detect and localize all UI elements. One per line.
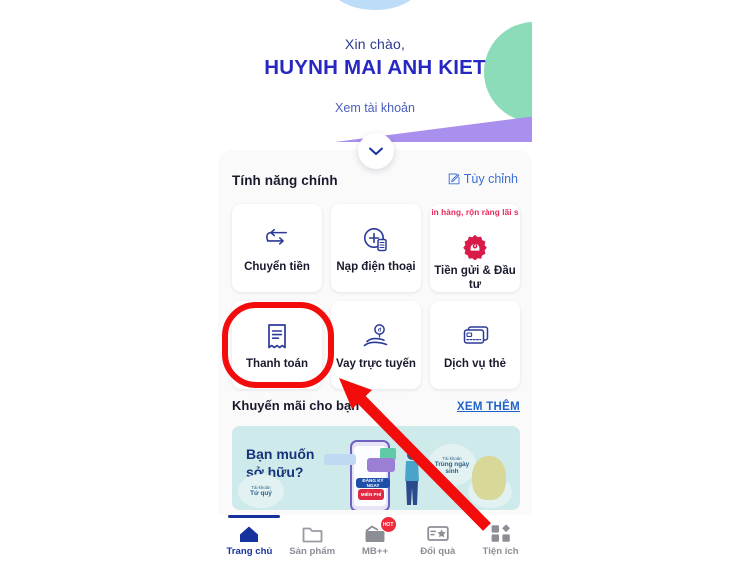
nav-item-label: MB++ (361, 546, 389, 557)
main-features-header: Tính năng chính Tùy chỉnh (232, 172, 518, 188)
nav-item-trang-chu[interactable]: Trang chủ (218, 515, 281, 563)
banner-chip-2 (367, 458, 395, 472)
content-sheet: Tính năng chính Tùy chỉnh Chuyển tiền Nạ… (218, 150, 532, 515)
user-name: HUYNH MAI ANH KIET (264, 56, 486, 79)
gift-card-star-icon (427, 524, 449, 543)
home-icon (239, 524, 259, 543)
feature-tile-chuyen-tien[interactable]: Chuyển tiền (232, 204, 322, 292)
banner-person-illustration (405, 450, 419, 505)
customize-button[interactable]: Tùy chỉnh (448, 172, 518, 186)
banner-bubble-left-main: Tứ quý (250, 490, 272, 497)
greeting-text: Xin chào, (344, 36, 406, 52)
feature-tile-label: Tiền gửi & Đầu tư (434, 265, 516, 292)
nav-active-indicator (228, 515, 280, 518)
nav-item-mb-plus-plus[interactable]: HOT MB++ (344, 515, 407, 563)
savings-badge-icon: đ (462, 234, 488, 260)
banner-mascot (472, 456, 506, 500)
expand-accounts-button[interactable] (358, 133, 394, 169)
nav-item-label: Sản phẩm (289, 546, 336, 557)
feature-tile-label: Nạp điện thoại (336, 261, 416, 273)
feature-tile-vay-truc-tuyen[interactable]: đ Vay trực tuyến (331, 301, 421, 389)
banner-chip-free: MIỄN PHÍ (358, 489, 384, 500)
loan-hand-coin-icon: đ (360, 321, 392, 353)
nav-item-label: Đổi quà (420, 546, 456, 557)
feature-tile-dich-vu-the[interactable]: Dịch vụ thẻ (430, 301, 520, 389)
cards-icon (460, 321, 490, 353)
view-account-link[interactable]: Xem tài khoản (218, 101, 532, 115)
bottom-navigation: Trang chủ Sản phẩm HOT MB++ Đổi quà Tiện… (218, 515, 532, 563)
main-features-grid: Chuyển tiền Nạp điện thoại in hàng, rộn … (232, 204, 520, 389)
feature-tile-label: Vay trực tuyến (336, 358, 416, 370)
feature-tile-label: Thanh toán (246, 358, 308, 370)
phone-screen: Xin chào, HUYNH MAI ANH KIET Xem tài kho… (218, 0, 532, 563)
nav-item-tien-ich[interactable]: Tiện ích (469, 515, 532, 563)
feature-tile-nap-dien-thoai[interactable]: Nạp điện thoại (331, 204, 421, 292)
section-title-main-features: Tính năng chính (232, 173, 338, 188)
section-title-promotions: Khuyến mãi cho bạn (232, 398, 360, 413)
screenshot-root: Xin chào, HUYNH MAI ANH KIET Xem tài kho… (0, 0, 750, 563)
feature-tile-thanh-toan[interactable]: Thanh toán (232, 301, 322, 389)
tile-promo-marquee: in hàng, rộn ràng lãi s (431, 208, 519, 217)
chevron-down-icon (369, 147, 383, 156)
decor-blue-blob (330, 0, 420, 10)
folder-icon (302, 524, 323, 543)
customize-label: Tùy chỉnh (463, 172, 518, 186)
grid-apps-icon (491, 524, 511, 543)
hot-badge: HOT (380, 517, 396, 532)
banner-bubble-right-main: Trùng ngày sinh (434, 460, 470, 475)
topup-plus-icon (361, 224, 391, 256)
feature-tile-tien-gui-dau-tu[interactable]: in hàng, rộn ràng lãi s đ Tiền gửi & Đầu… (430, 204, 520, 292)
nav-item-label: Tiện ích (482, 546, 519, 557)
edit-square-icon (448, 173, 460, 185)
nav-item-label: Trang chủ (226, 546, 273, 557)
feature-tile-label: Chuyển tiền (244, 261, 310, 273)
transfer-arrows-icon (261, 224, 293, 256)
promotions-header: Khuyến mãi cho bạn XEM THÊM (232, 398, 520, 413)
banner-chip-register: ĐĂNG KÝ NGAY (356, 478, 390, 488)
see-more-link[interactable]: XEM THÊM (457, 401, 520, 413)
banner-bubble-left: Tài khoản Tứ quý (238, 474, 284, 508)
banner-bubble-right: Tài khoản Trùng ngày sinh (428, 444, 476, 486)
receipt-icon (265, 321, 289, 353)
banner-headline-line1: Bạn muốn (246, 446, 315, 462)
nav-item-doi-qua[interactable]: Đổi quà (406, 515, 469, 563)
feature-tile-label: Dịch vụ thẻ (444, 358, 506, 370)
svg-text:đ: đ (378, 327, 382, 333)
nav-item-san-pham[interactable]: Sản phẩm (281, 515, 344, 563)
banner-chip-1 (324, 454, 356, 465)
promo-banner[interactable]: Bạn muốn sở hữu? ĐĂNG KÝ NGAY MIỄN PHÍ T… (232, 426, 520, 510)
